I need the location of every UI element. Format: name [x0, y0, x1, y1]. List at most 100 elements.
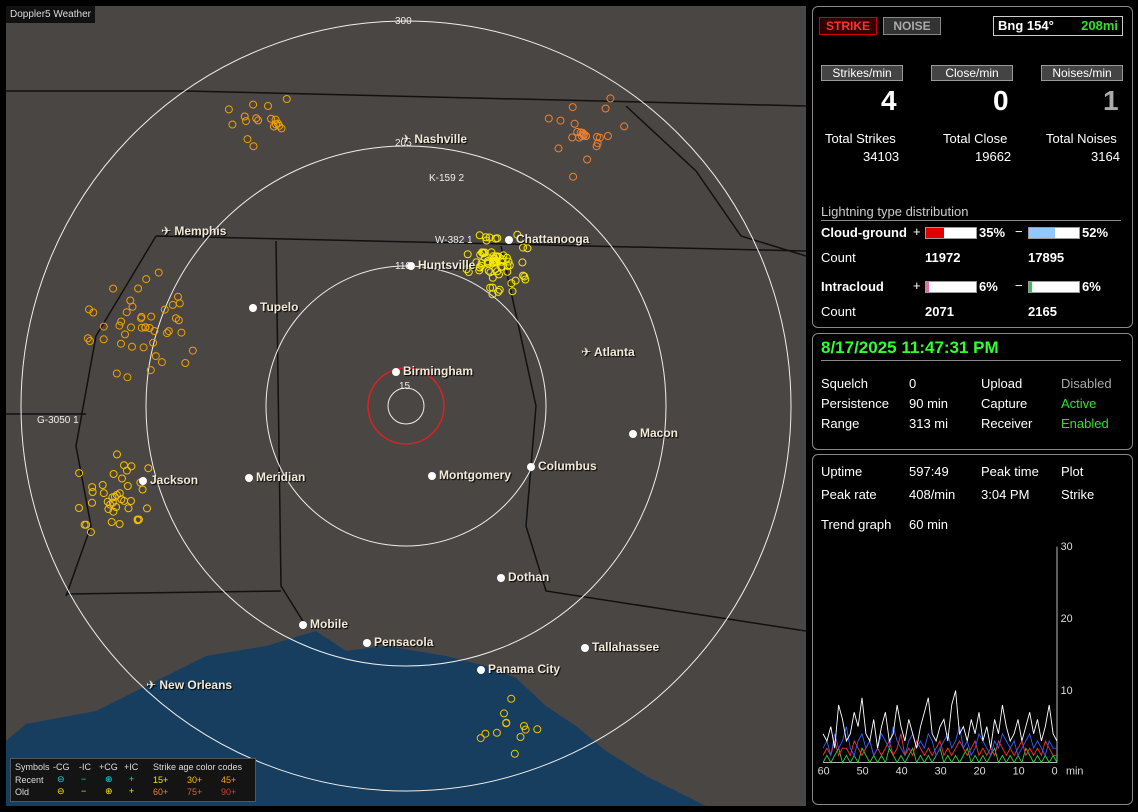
- strike-marker: [122, 308, 131, 317]
- plot-value[interactable]: Strike: [1061, 487, 1094, 502]
- persistence-label: Persistence: [821, 396, 889, 411]
- strike-marker: [508, 287, 517, 296]
- cg-positive-fill: [926, 228, 944, 238]
- capture-value: Active: [1061, 396, 1097, 411]
- legend-pcg: +CG: [99, 762, 118, 772]
- strike-marker: [107, 518, 116, 526]
- airplane-icon: ✈: [146, 678, 160, 692]
- strike-marker: [282, 95, 291, 103]
- close-min-value: 0: [993, 85, 1009, 116]
- city-dot-icon: [527, 463, 535, 471]
- uptime-label: Uptime: [821, 464, 863, 479]
- strike-marker: [113, 450, 121, 459]
- bearing-value: Bng 154°: [998, 18, 1054, 33]
- strike-marker: [138, 485, 147, 494]
- cg-positive-pct: 35%: [979, 225, 1006, 240]
- airplane-icon: ✈: [581, 345, 594, 359]
- trend-graph-label: Trend graph: [821, 517, 892, 532]
- cg-negative-fill: [1029, 228, 1055, 238]
- minus-icon: −: [81, 774, 87, 784]
- city-name: New Orleans: [159, 678, 233, 692]
- noises-min-label: Noises/min: [1041, 65, 1123, 81]
- strike-marker: [188, 346, 197, 355]
- legend-age-15: 15+: [153, 775, 169, 785]
- cg-minus: −: [1015, 224, 1023, 239]
- strike-marker: [242, 117, 250, 126]
- upload-value: Disabled: [1061, 376, 1112, 391]
- strike-marker: [88, 488, 97, 496]
- strike-marker: [142, 275, 151, 284]
- city-label: Mobile: [310, 617, 348, 631]
- intracloud-label: Intracloud: [821, 279, 884, 294]
- x-tick-label: 50: [857, 765, 869, 777]
- plus-circle-icon: ⊕: [105, 786, 113, 796]
- range-label: Range: [821, 416, 860, 431]
- trend-series-line: [822, 733, 1057, 757]
- receiver-value: Enabled: [1061, 416, 1109, 431]
- legend-old: Old: [15, 787, 30, 797]
- strike-marker: [143, 504, 151, 513]
- squelch-label: Squelch: [821, 376, 868, 391]
- state-borders: [6, 90, 806, 632]
- minus-circle-icon: ⊖: [57, 774, 65, 784]
- x-tick-label: 30: [935, 765, 947, 777]
- city-name: Dothan: [508, 570, 550, 584]
- legend-age-75: 75+: [187, 787, 203, 797]
- city-name: Tupelo: [260, 300, 299, 314]
- x-tick-label: 60: [818, 765, 830, 777]
- strike-marker: [570, 119, 579, 128]
- city-name: Macon: [640, 426, 679, 440]
- strike-marker: [117, 317, 126, 326]
- city-dot-icon: [581, 644, 589, 652]
- strike-marker: [144, 464, 153, 473]
- datetime: 8/17/2025 11:47:31 PM: [821, 338, 1121, 361]
- ic-negative-count: 2165: [1028, 304, 1057, 319]
- noise-button[interactable]: NOISE: [883, 17, 941, 35]
- strike-marker: [147, 312, 156, 321]
- city-label: Columbus: [538, 459, 597, 473]
- x-tick-label: 40: [896, 765, 908, 777]
- strike-marker: [163, 329, 171, 338]
- plot-label: Plot: [1061, 464, 1084, 479]
- map-legend: Symbols -CG -IC +CG +IC Strike age color…: [10, 758, 256, 802]
- x-unit-label: min: [1066, 765, 1083, 777]
- cg-positive-count: 11972: [925, 250, 961, 265]
- strike-marker: [463, 250, 472, 259]
- lightning-map[interactable]: Doppler5 Weather 300 205 110 15 K-159 2 …: [6, 6, 806, 806]
- legend-pic: +IC: [124, 762, 139, 772]
- strike-marker: [154, 268, 163, 277]
- city-label: Chattanooga: [516, 232, 589, 246]
- distribution-title: Lightning type distribution: [821, 204, 1121, 221]
- trend-series-line: [822, 690, 1058, 749]
- strike-marker: [122, 466, 131, 475]
- legend-age-45: 45+: [221, 775, 237, 785]
- city-label: ✈ Memphis: [161, 224, 226, 238]
- strikes-min-value: 4: [881, 85, 897, 116]
- city-label: Macon: [640, 426, 678, 440]
- strike-marker: [151, 352, 160, 361]
- legend-age-30: 30+: [187, 775, 203, 785]
- city-dot-icon: [245, 474, 253, 482]
- strike-label-g: G-3050 1: [37, 415, 79, 426]
- map-title: Doppler5 Weather: [6, 6, 95, 23]
- airplane-icon: ✈: [161, 224, 175, 238]
- strike-marker: [98, 481, 107, 489]
- cg-count-label: Count: [821, 250, 856, 265]
- strike-marker: [224, 105, 233, 114]
- strike-marker: [252, 114, 261, 123]
- city-dot-icon: [299, 621, 307, 629]
- airplane-icon: ✈: [401, 132, 415, 146]
- ic-positive-fill: [926, 282, 929, 292]
- city-name: Panama City: [488, 662, 561, 676]
- strike-marker: [620, 122, 629, 131]
- squelch-value: 0: [909, 376, 917, 391]
- city-label: ✈ Nashville: [401, 132, 467, 146]
- strike-marker: [115, 520, 124, 528]
- strike-marker: [495, 285, 504, 294]
- strike-marker: [175, 299, 184, 308]
- ic-negative-fill: [1029, 282, 1032, 292]
- strike-button[interactable]: STRIKE: [819, 17, 877, 35]
- strike-marker: [240, 112, 249, 121]
- city-label: Jackson: [150, 473, 198, 487]
- noises-min-value: 1: [1103, 85, 1119, 116]
